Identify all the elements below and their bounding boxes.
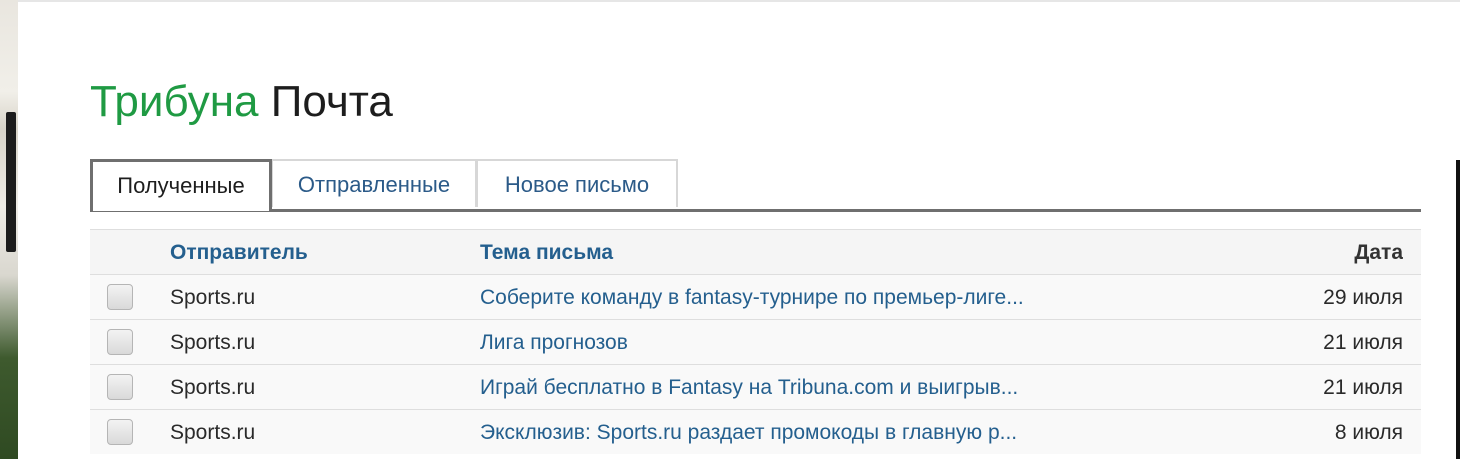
- table-row[interactable]: Sports.ru Лига прогнозов 21 июля: [90, 319, 1421, 364]
- background-detail: [6, 112, 16, 252]
- table-row[interactable]: Sports.ru Эксклюзив: Sports.ru раздает п…: [90, 409, 1421, 454]
- tab-sent[interactable]: Отправленные: [271, 159, 477, 207]
- message-date: 21 июля: [1323, 376, 1403, 399]
- column-header-date[interactable]: Дата: [1203, 230, 1403, 275]
- message-table: Отправитель Тема письма Дата Sports.ru С…: [90, 229, 1421, 454]
- table-header: Отправитель Тема письма Дата: [90, 229, 1421, 274]
- page-title: Трибуна Почта: [90, 78, 393, 126]
- message-sender: Sports.ru: [170, 331, 256, 354]
- message-date: 8 июля: [1334, 421, 1403, 444]
- top-divider: [18, 0, 1460, 2]
- background-image: [0, 0, 18, 459]
- right-edge: [1456, 160, 1460, 459]
- message-sender: Sports.ru: [170, 421, 256, 444]
- row-checkbox[interactable]: [107, 374, 133, 400]
- brand-name[interactable]: Трибуна: [90, 77, 258, 126]
- message-sender: Sports.ru: [170, 286, 256, 309]
- section-name: Почта: [270, 77, 393, 126]
- tab-new-message[interactable]: Новое письмо: [476, 159, 678, 207]
- message-subject-link[interactable]: Эксклюзив: Sports.ru раздает промокоды в…: [480, 410, 1200, 455]
- message-date: 21 июля: [1323, 331, 1403, 354]
- message-sender: Sports.ru: [170, 376, 256, 399]
- row-checkbox[interactable]: [107, 419, 133, 445]
- column-header-subject[interactable]: Тема письма: [480, 230, 1200, 275]
- tab-received[interactable]: Полученные: [90, 159, 272, 211]
- table-row[interactable]: Sports.ru Играй бесплатно в Fantasy на T…: [90, 364, 1421, 409]
- message-subject-link[interactable]: Лига прогнозов: [480, 320, 1200, 365]
- mail-tabs: Полученные Отправленные Новое письмо: [90, 159, 1421, 212]
- row-checkbox[interactable]: [107, 284, 133, 310]
- message-subject-link[interactable]: Соберите команду в fantasy-турнире по пр…: [480, 275, 1200, 320]
- message-subject-link[interactable]: Играй бесплатно в Fantasy на Tribuna.com…: [480, 365, 1200, 410]
- message-date: 29 июля: [1323, 286, 1403, 309]
- column-header-sender[interactable]: Отправитель: [170, 230, 460, 275]
- table-row[interactable]: Sports.ru Соберите команду в fantasy-тур…: [90, 274, 1421, 319]
- row-checkbox[interactable]: [107, 329, 133, 355]
